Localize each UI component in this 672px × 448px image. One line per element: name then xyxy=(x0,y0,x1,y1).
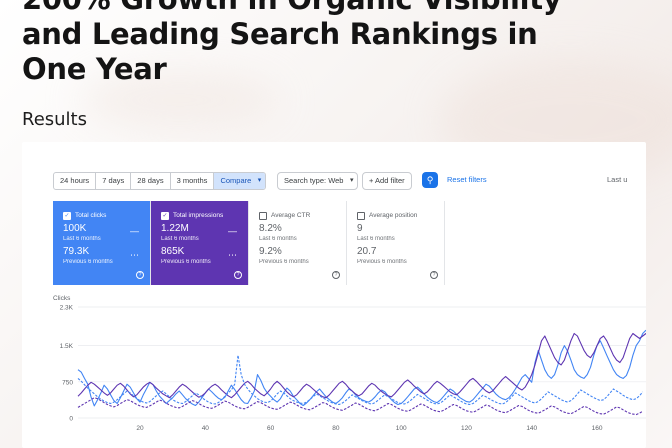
dashed-line-legend-icon: ⋯ xyxy=(228,250,237,260)
line-chart: 2.3K 1.5K 750 0 20 40 60 80 100 120 140 160 xyxy=(60,305,646,432)
metric-label: Total impressions xyxy=(173,212,224,219)
last-updated-text: Last u xyxy=(607,175,628,184)
checkbox-icon[interactable]: ✓ xyxy=(161,211,169,220)
y-tick-label: 1.5K xyxy=(60,343,74,350)
x-tick-label: 140 xyxy=(526,425,537,432)
metric-value: 9 xyxy=(357,223,363,234)
checkbox-icon[interactable] xyxy=(357,211,365,220)
metric-prev-value: 9.2% xyxy=(259,246,282,257)
x-tick-label: 20 xyxy=(136,425,144,432)
metric-prev-period: Previous 6 months xyxy=(357,259,407,265)
metric-label: Average position xyxy=(369,212,418,219)
x-tick-label: 120 xyxy=(461,425,472,432)
metric-period: Last 6 months xyxy=(63,236,101,242)
headline-line: 200% Growth in Organic Visibility xyxy=(22,0,562,17)
range-24-hours[interactable]: 24 hours xyxy=(54,173,97,189)
solid-line-legend-icon: — xyxy=(228,226,237,236)
range-7-days[interactable]: 7 days xyxy=(96,173,132,189)
clicks-chart: Clicks 2.3K 1.5K 750 0 20 40 60 80 100 120 140 160 xyxy=(50,288,646,448)
metric-card-ctr[interactable]: Average CTR 8.2% Last 6 months 9.2% Prev… xyxy=(249,201,347,285)
section-label: Results xyxy=(22,109,87,130)
x-tick-label: 160 xyxy=(592,425,603,432)
y-tick-label: 750 xyxy=(62,379,73,386)
help-icon[interactable]: ? xyxy=(136,271,144,279)
range-3-months[interactable]: 3 months xyxy=(171,173,215,189)
headline-line: and Leading Search Rankings in xyxy=(22,17,538,51)
checkbox-icon[interactable] xyxy=(259,211,267,220)
range-28-days[interactable]: 28 days xyxy=(131,173,171,189)
metric-card-position[interactable]: Average position 9 Last 6 months 20.7 Pr… xyxy=(347,201,445,285)
metric-period: Last 6 months xyxy=(161,236,199,242)
metric-card-clicks[interactable]: ✓ Total clicks 100K Last 6 months 79.3K P… xyxy=(53,201,151,285)
help-icon[interactable]: ? xyxy=(332,271,340,279)
help-icon[interactable]: ? xyxy=(430,271,438,279)
page-headline: 200% Growth in Organic Visibility and Le… xyxy=(22,0,562,87)
search-type-dropdown[interactable]: Search type: Web xyxy=(277,172,359,190)
y-tick-label: 0 xyxy=(69,416,73,423)
metric-label: Average CTR xyxy=(271,212,311,219)
x-tick-label: 100 xyxy=(396,425,407,432)
metric-period: Last 6 months xyxy=(357,236,395,242)
x-tick-label: 40 xyxy=(202,425,210,432)
metric-value: 8.2% xyxy=(259,223,282,234)
x-tick-label: 80 xyxy=(332,425,340,432)
reset-filters-link[interactable]: Reset filters xyxy=(447,172,487,188)
series-line-impressions xyxy=(77,332,646,399)
search-console-panel: 24 hours 7 days 28 days 3 months Compare… xyxy=(50,164,646,448)
x-tick-label: 60 xyxy=(267,425,275,432)
metric-cards: ✓ Total clicks 100K Last 6 months 79.3K P… xyxy=(53,201,646,285)
checkbox-icon[interactable]: ✓ xyxy=(63,211,71,220)
metric-prev-value: 20.7 xyxy=(357,246,377,257)
solid-line-legend-icon: — xyxy=(130,226,139,236)
metric-label: Total clicks xyxy=(75,212,107,219)
compare-dropdown[interactable]: Compare xyxy=(214,173,266,189)
dashed-line-legend-icon: ⋯ xyxy=(130,250,139,260)
headline-line: One Year xyxy=(22,52,167,86)
metric-prev-period: Previous 6 months xyxy=(259,259,309,265)
date-range-selector: 24 hours 7 days 28 days 3 months Compare xyxy=(53,172,267,190)
metric-period: Last 6 months xyxy=(259,236,297,242)
screenshot-card: 24 hours 7 days 28 days 3 months Compare… xyxy=(22,142,646,448)
metric-card-impressions[interactable]: ✓ Total impressions 1.22M Last 6 months 8… xyxy=(151,201,249,285)
toolbar: 24 hours 7 days 28 days 3 months Compare… xyxy=(50,172,646,190)
y-tick-label: 2.3K xyxy=(60,305,74,312)
filter-icon[interactable]: ⚲ xyxy=(422,172,438,188)
help-icon[interactable]: ? xyxy=(234,271,242,279)
add-filter-button[interactable]: + Add filter xyxy=(362,172,412,190)
